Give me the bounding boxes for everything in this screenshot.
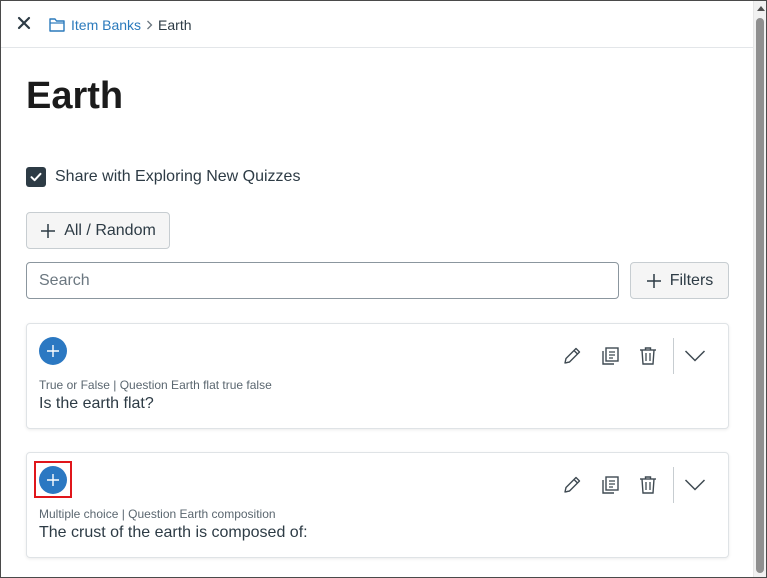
filters-label: Filters	[669, 271, 714, 289]
pencil-icon	[564, 347, 581, 364]
actions-divider	[673, 467, 674, 503]
chevron-down-icon	[684, 350, 706, 362]
search-input[interactable]	[26, 262, 619, 299]
breadcrumb: Item Banks Earth	[48, 14, 192, 36]
plus-icon	[47, 345, 59, 357]
add-question-button[interactable]	[39, 466, 67, 494]
plus-icon	[47, 474, 59, 486]
duplicate-button[interactable]	[597, 472, 623, 498]
expand-button[interactable]	[680, 470, 710, 500]
delete-button[interactable]	[635, 343, 661, 369]
pencil-icon	[564, 476, 581, 493]
expand-button[interactable]	[680, 341, 710, 371]
close-icon	[17, 16, 31, 30]
question-meta: True or False | Question Earth flat true…	[39, 378, 272, 392]
question-actions	[547, 338, 710, 374]
chevron-down-icon	[684, 479, 706, 491]
question-text: The crust of the earth is composed of:	[39, 524, 308, 541]
checkmark-icon	[30, 172, 42, 182]
breadcrumb-current: Earth	[158, 17, 192, 33]
item-bank-panel: Item Banks Earth Earth Share with Explor…	[0, 0, 767, 578]
copy-icon	[602, 476, 619, 494]
delete-button[interactable]	[635, 472, 661, 498]
question-card: True or False | Question Earth flat true…	[26, 323, 729, 429]
copy-icon	[602, 347, 619, 365]
all-random-label: All / Random	[64, 221, 156, 239]
actions-divider	[673, 338, 674, 374]
duplicate-button[interactable]	[597, 343, 623, 369]
question-actions	[547, 467, 710, 503]
scrollbar[interactable]	[753, 1, 766, 577]
question-meta: Multiple choice | Question Earth composi…	[39, 507, 276, 521]
close-button[interactable]	[13, 12, 35, 34]
plus-icon	[646, 273, 661, 288]
plus-icon	[41, 223, 56, 238]
share-label: Share with Exploring New Quizzes	[55, 168, 301, 185]
question-text: Is the earth flat?	[39, 395, 154, 412]
trash-icon	[640, 347, 656, 365]
all-random-button[interactable]: All / Random	[26, 212, 170, 249]
chevron-right-icon	[146, 20, 153, 30]
trash-icon	[640, 476, 656, 494]
page-title: Earth	[26, 75, 124, 117]
breadcrumb-item-banks-link[interactable]: Item Banks	[71, 17, 141, 33]
scroll-up-arrow-icon[interactable]	[757, 6, 765, 11]
share-checkbox[interactable]	[26, 167, 46, 187]
add-question-button[interactable]	[39, 337, 67, 365]
share-option: Share with Exploring New Quizzes	[26, 167, 300, 187]
scrollbar-thumb[interactable]	[756, 18, 764, 573]
edit-button[interactable]	[559, 343, 585, 369]
folder-icon	[49, 18, 65, 32]
top-bar: Item Banks Earth	[1, 1, 754, 48]
question-card: Multiple choice | Question Earth composi…	[26, 452, 729, 558]
filters-button[interactable]: Filters	[630, 262, 729, 299]
edit-button[interactable]	[559, 472, 585, 498]
